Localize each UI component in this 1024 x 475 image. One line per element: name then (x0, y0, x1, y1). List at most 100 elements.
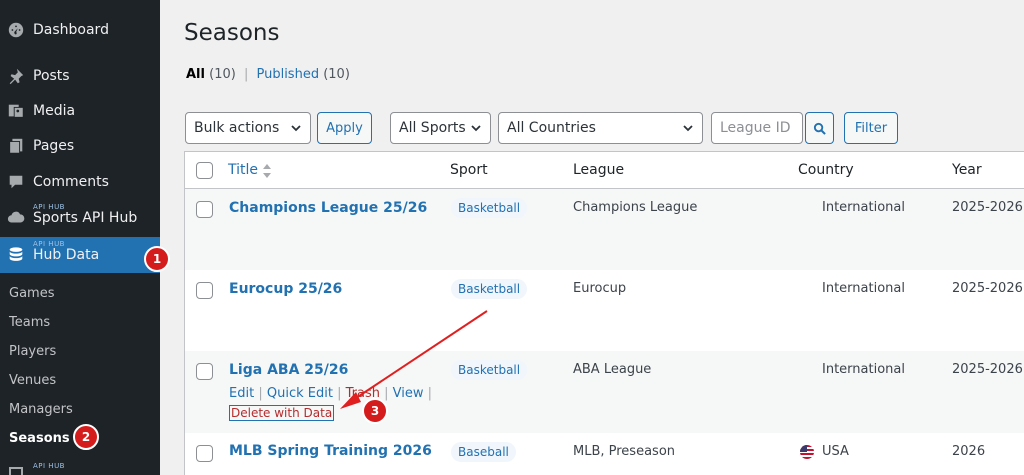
menu-posts-label: Posts (33, 68, 70, 84)
annotation-badge-2: 2 (73, 424, 99, 450)
comment-icon (6, 172, 26, 192)
view-separator: | (243, 67, 249, 82)
admin-sidebar: Dashboard Posts Media Pages Comments API… (0, 0, 160, 475)
sport-badge: Basketball (451, 360, 528, 380)
view-published-link[interactable]: Published (256, 67, 319, 82)
select-all-checkbox[interactable] (196, 162, 213, 179)
column-league-header: League (573, 162, 625, 178)
sport-filter-select[interactable]: All Sports (390, 112, 491, 144)
row-title-link[interactable]: Eurocup 25/26 (229, 281, 342, 297)
action-separator: | (337, 386, 342, 401)
menu-hub-data[interactable]: API HUB Hub Data (0, 237, 160, 273)
menu-dashboard-label: Dashboard (33, 22, 109, 38)
menu-comments-label: Comments (33, 174, 109, 190)
sport-badge: Basketball (451, 279, 528, 299)
media-icon (6, 101, 26, 121)
menu-api-hub-next[interactable]: API HUB (0, 460, 160, 475)
table-row: Eurocup 25/26 Basketball Eurocup Interna… (185, 270, 1024, 351)
row-checkbox[interactable] (196, 445, 213, 462)
menu-posts[interactable]: Posts (0, 64, 160, 88)
submenu-seasons[interactable]: Seasons (9, 431, 70, 446)
menu-pages-label: Pages (33, 138, 75, 154)
dashboard-icon (6, 20, 26, 40)
chevron-down-icon (683, 125, 693, 132)
database-icon (6, 245, 26, 265)
cloud-icon (6, 208, 26, 228)
row-checkbox[interactable] (196, 363, 213, 380)
api-hub-next-mini-label: API HUB (33, 462, 65, 470)
column-country-header: Country (798, 162, 854, 178)
country-cell: USA (822, 444, 849, 459)
table-row: Liga ABA 25/26 Edit | Quick Edit | Trash… (185, 351, 1024, 433)
menu-hub-data-label: Hub Data (33, 247, 100, 263)
page-title: Seasons (184, 20, 280, 46)
seasons-table: Title Sport League Country Year Champion… (184, 151, 1024, 475)
bulk-actions-select[interactable]: Bulk actions (185, 112, 311, 144)
submenu-teams[interactable]: Teams (9, 315, 50, 330)
column-sport-header: Sport (450, 162, 488, 178)
action-separator: | (384, 386, 389, 401)
sport-badge: Baseball (451, 442, 516, 462)
menu-comments[interactable]: Comments (0, 170, 160, 194)
delete-with-data-link[interactable]: Delete with Data (229, 405, 335, 421)
view-all-count: (10) (209, 67, 236, 82)
country-cell: International (822, 362, 905, 377)
sort-icon[interactable] (262, 163, 272, 179)
menu-media-label: Media (33, 103, 76, 119)
country-filter-value: All Countries (507, 120, 596, 136)
year-cell: 2026 (952, 444, 986, 459)
pages-icon (6, 136, 26, 156)
view-published-count: (10) (323, 67, 350, 82)
search-icon (813, 122, 826, 135)
chevron-down-icon (291, 125, 301, 132)
row-checkbox[interactable] (196, 201, 213, 218)
menu-square-icon (6, 464, 26, 475)
league-cell: MLB, Preseason (573, 444, 676, 459)
league-cell: Champions League (573, 200, 698, 215)
us-flag-icon (800, 445, 814, 459)
year-cell: 2025-2026 (952, 200, 1023, 215)
status-views: All (10) | Published (10) (186, 67, 350, 82)
year-cell: 2025-2026 (952, 362, 1023, 377)
country-cell: International (822, 200, 905, 215)
column-title-header[interactable]: Title (228, 162, 258, 178)
chevron-down-icon (471, 125, 481, 132)
sport-badge: Basketball (451, 198, 528, 218)
submenu-managers[interactable]: Managers (9, 402, 73, 417)
view-link[interactable]: View (393, 386, 424, 401)
annotation-badge-1: 1 (144, 246, 170, 272)
menu-sports-api-hub[interactable]: API HUB Sports API Hub (0, 202, 160, 232)
apply-button[interactable]: Apply (317, 112, 372, 144)
league-cell: ABA League (573, 362, 652, 377)
table-header: Title Sport League Country Year (185, 152, 1024, 189)
row-actions: Edit | Quick Edit | Trash | View | (229, 386, 432, 401)
league-id-input[interactable]: League ID (711, 112, 803, 144)
quick-edit-link[interactable]: Quick Edit (267, 386, 333, 401)
column-year-header: Year (952, 162, 982, 178)
pin-icon (6, 66, 26, 86)
country-filter-select[interactable]: All Countries (498, 112, 703, 144)
row-checkbox[interactable] (196, 282, 213, 299)
annotation-badge-3: 3 (362, 398, 388, 424)
row-title-link[interactable]: MLB Spring Training 2026 (229, 443, 432, 459)
bulk-actions-value: Bulk actions (194, 120, 280, 136)
menu-dashboard[interactable]: Dashboard (0, 18, 160, 42)
country-cell: International (822, 281, 905, 296)
submenu-venues[interactable]: Venues (9, 373, 56, 388)
menu-media[interactable]: Media (0, 99, 160, 123)
submenu-players[interactable]: Players (9, 344, 56, 359)
sport-filter-value: All Sports (399, 120, 466, 136)
year-cell: 2025-2026 (952, 281, 1023, 296)
menu-sports-api-hub-label: Sports API Hub (33, 210, 138, 226)
table-row: Champions League 25/26 Basketball Champi… (185, 189, 1024, 270)
edit-link[interactable]: Edit (229, 386, 254, 401)
menu-pages[interactable]: Pages (0, 134, 160, 158)
filter-button[interactable]: Filter (844, 112, 898, 144)
row-title-link[interactable]: Champions League 25/26 (229, 200, 427, 216)
search-button[interactable] (805, 112, 834, 144)
action-separator: | (258, 386, 263, 401)
submenu-games[interactable]: Games (9, 286, 54, 301)
action-separator: | (427, 386, 433, 401)
view-all-label[interactable]: All (186, 67, 205, 82)
row-title-link[interactable]: Liga ABA 25/26 (229, 362, 348, 378)
